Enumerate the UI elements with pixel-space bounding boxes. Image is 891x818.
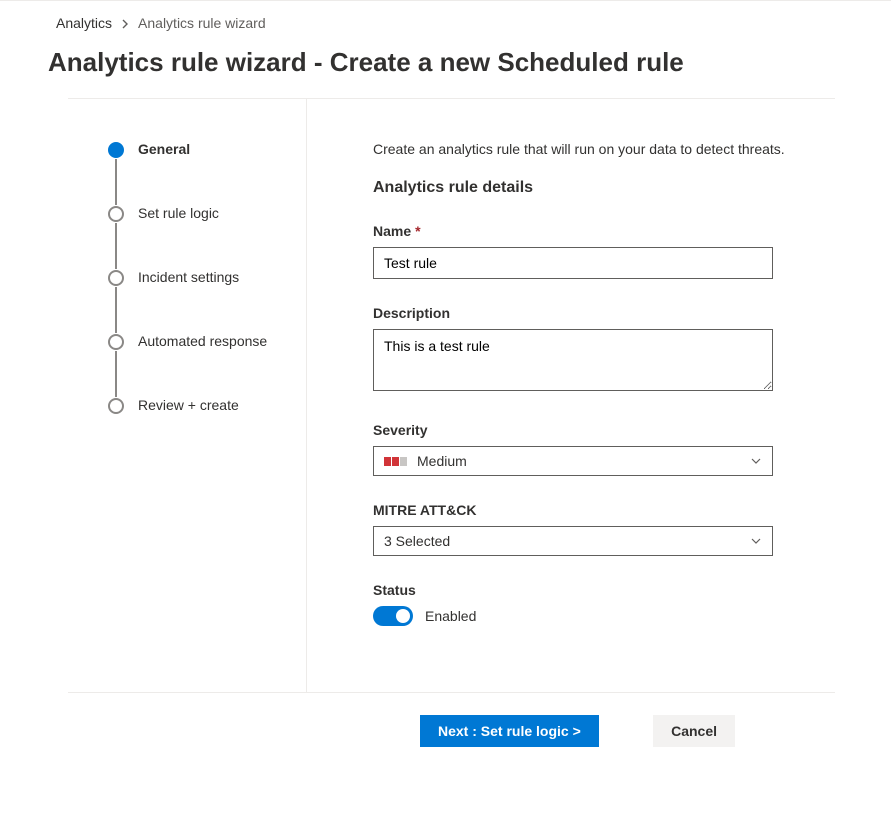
field-severity: Severity Medium <box>373 422 805 476</box>
status-value: Enabled <box>425 608 476 624</box>
toggle-knob-icon <box>396 609 410 623</box>
chevron-down-icon <box>750 455 762 467</box>
breadcrumb: Analytics Analytics rule wizard <box>0 1 891 41</box>
step-review-create[interactable]: Review + create <box>68 397 306 417</box>
step-connector-icon <box>115 351 117 397</box>
section-title: Analytics rule details <box>373 179 805 197</box>
severity-select[interactable]: Medium <box>373 446 773 476</box>
step-general[interactable]: General <box>68 141 306 205</box>
wizard-footer: Next : Set rule logic > Cancel <box>68 692 835 747</box>
step-label: Incident settings <box>138 269 239 285</box>
severity-value: Medium <box>417 453 467 469</box>
step-automated-response[interactable]: Automated response <box>68 333 306 397</box>
step-dot-icon <box>108 398 124 414</box>
breadcrumb-current: Analytics rule wizard <box>138 15 266 31</box>
step-connector-icon <box>115 223 117 269</box>
name-input[interactable] <box>373 247 773 279</box>
chevron-right-icon <box>120 15 130 31</box>
severity-label: Severity <box>373 422 427 438</box>
step-label: Review + create <box>138 397 239 413</box>
description-label: Description <box>373 305 450 321</box>
step-label: General <box>138 141 190 157</box>
step-dot-icon <box>108 142 124 158</box>
severity-bars-icon <box>384 457 407 466</box>
page-title: Analytics rule wizard - Create a new Sch… <box>0 41 891 98</box>
description-textarea[interactable] <box>373 329 773 391</box>
required-asterisk-icon: * <box>415 223 420 239</box>
wizard-steps: General Set rule logic Incident settings… <box>68 99 306 692</box>
field-name: Name * <box>373 223 805 279</box>
step-label: Automated response <box>138 333 267 349</box>
step-dot-icon <box>108 206 124 222</box>
status-toggle[interactable] <box>373 606 413 626</box>
field-mitre: MITRE ATT&CK 3 Selected <box>373 502 805 556</box>
name-label: Name <box>373 223 411 239</box>
next-button[interactable]: Next : Set rule logic > <box>420 715 599 747</box>
step-incident-settings[interactable]: Incident settings <box>68 269 306 333</box>
step-set-rule-logic[interactable]: Set rule logic <box>68 205 306 269</box>
breadcrumb-root[interactable]: Analytics <box>56 15 112 31</box>
step-dot-icon <box>108 334 124 350</box>
step-connector-icon <box>115 287 117 333</box>
mitre-value: 3 Selected <box>384 533 450 549</box>
field-description: Description <box>373 305 805 396</box>
intro-text: Create an analytics rule that will run o… <box>373 141 805 157</box>
wizard-content: Create an analytics rule that will run o… <box>306 99 835 692</box>
cancel-button[interactable]: Cancel <box>653 715 735 747</box>
chevron-down-icon <box>750 535 762 547</box>
step-connector-icon <box>115 159 117 205</box>
mitre-select[interactable]: 3 Selected <box>373 526 773 556</box>
field-status: Status Enabled <box>373 582 805 626</box>
step-label: Set rule logic <box>138 205 219 221</box>
mitre-label: MITRE ATT&CK <box>373 502 476 518</box>
step-dot-icon <box>108 270 124 286</box>
status-label: Status <box>373 582 416 598</box>
